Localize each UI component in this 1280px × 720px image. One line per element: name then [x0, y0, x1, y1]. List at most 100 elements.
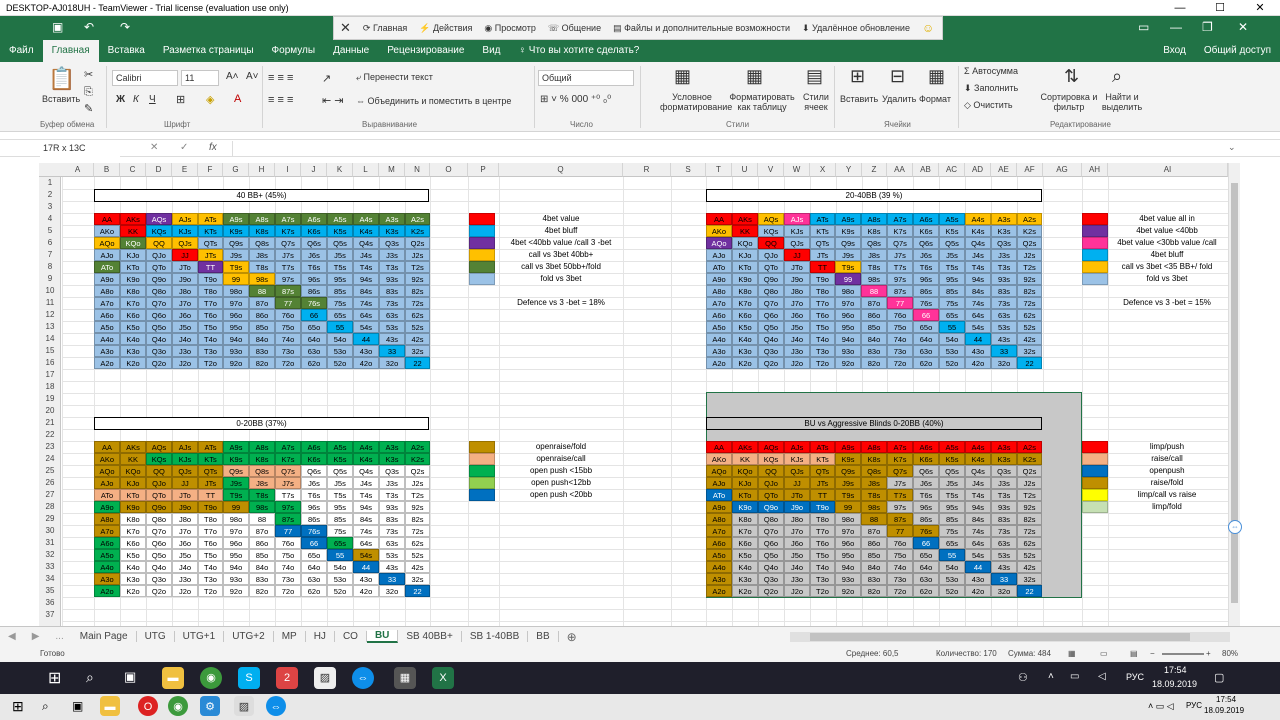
- hand-cell[interactable]: KTo: [732, 489, 758, 501]
- hand-cell[interactable]: T6o: [810, 537, 835, 549]
- hand-cell[interactable]: A3o: [706, 573, 732, 585]
- hand-cell[interactable]: T7o: [198, 297, 223, 309]
- hand-cell[interactable]: 64o: [301, 561, 327, 573]
- hand-cell[interactable]: 97o: [223, 297, 249, 309]
- hand-cell[interactable]: J9s: [835, 249, 861, 261]
- hand-cell[interactable]: T4s: [965, 261, 991, 273]
- row-header[interactable]: 6: [39, 237, 61, 249]
- hand-cell[interactable]: J4o: [784, 561, 810, 573]
- hand-cell[interactable]: 82s: [1017, 513, 1042, 525]
- hand-cell[interactable]: 43s: [379, 333, 405, 345]
- hand-cell[interactable]: 77: [887, 525, 913, 537]
- hand-cell[interactable]: T7s: [887, 489, 913, 501]
- sheet-tab-utg2[interactable]: UTG+2: [224, 631, 274, 642]
- hand-cell[interactable]: 86s: [301, 513, 327, 525]
- close-button[interactable]: ✕: [1240, 0, 1280, 16]
- hand-cell[interactable]: 22: [405, 357, 430, 369]
- sheet-tab-main[interactable]: Main Page: [72, 631, 137, 642]
- row-header[interactable]: 31: [39, 537, 61, 549]
- hand-cell[interactable]: 76o: [275, 309, 301, 321]
- tab-data[interactable]: Данные: [324, 40, 378, 62]
- row-header[interactable]: 5: [39, 225, 61, 237]
- fill-button[interactable]: ⬇ Заполнить: [964, 83, 1018, 94]
- local-search-icon[interactable]: ⌕: [42, 699, 49, 714]
- hand-cell[interactable]: A6s: [913, 441, 939, 453]
- hand-cell[interactable]: 92s: [405, 501, 430, 513]
- hand-cell[interactable]: A7s: [887, 441, 913, 453]
- hand-cell[interactable]: 92o: [223, 585, 249, 597]
- hand-cell[interactable]: K4s: [965, 225, 991, 237]
- notification-icon[interactable]: ▢: [1214, 671, 1224, 684]
- local-tray-icons[interactable]: ˄ ▭ ◁: [1148, 701, 1174, 712]
- hand-cell[interactable]: 72o: [887, 357, 913, 369]
- hand-cell[interactable]: 87o: [249, 297, 275, 309]
- hand-cell[interactable]: 85o: [249, 321, 275, 333]
- name-box[interactable]: 17R x 13C: [40, 141, 120, 157]
- hand-cell[interactable]: J9o: [172, 501, 198, 513]
- hand-cell[interactable]: 52o: [327, 357, 353, 369]
- hand-cell[interactable]: K2s: [1017, 453, 1042, 465]
- hand-cell[interactable]: T6s: [301, 261, 327, 273]
- hand-cell[interactable]: T5o: [810, 549, 835, 561]
- row-header[interactable]: 15: [39, 345, 61, 357]
- hand-cell[interactable]: T3s: [379, 261, 405, 273]
- delete-cells-button[interactable]: Удалить: [882, 94, 916, 104]
- hand-cell[interactable]: 84s: [965, 285, 991, 297]
- column-header[interactable]: AI: [1108, 163, 1228, 177]
- hand-cell[interactable]: 73o: [887, 345, 913, 357]
- hand-cell[interactable]: K2s: [405, 225, 430, 237]
- local-start-icon[interactable]: ⊞: [12, 698, 24, 715]
- hand-cell[interactable]: 32o: [991, 357, 1017, 369]
- hand-cell[interactable]: 54o: [327, 333, 353, 345]
- row-header[interactable]: 19: [39, 393, 61, 405]
- hand-cell[interactable]: K6s: [301, 225, 327, 237]
- hand-cell[interactable]: 95s: [327, 273, 353, 285]
- hand-cell[interactable]: Q8o: [146, 285, 172, 297]
- hand-cell[interactable]: K3o: [120, 573, 146, 585]
- hand-cell[interactable]: JJ: [172, 477, 198, 489]
- hand-cell[interactable]: 86s: [913, 285, 939, 297]
- hand-cell[interactable]: A6o: [94, 537, 120, 549]
- hand-cell[interactable]: 75s: [327, 297, 353, 309]
- row-header[interactable]: 27: [39, 489, 61, 501]
- hand-cell[interactable]: A8o: [94, 513, 120, 525]
- increase-font-icon[interactable]: A˄: [226, 71, 239, 82]
- hand-cell[interactable]: 75o: [275, 549, 301, 561]
- hand-cell[interactable]: 43s: [379, 561, 405, 573]
- hand-cell[interactable]: K4s: [353, 453, 379, 465]
- column-header[interactable]: AE: [991, 163, 1017, 177]
- hand-cell[interactable]: Q9s: [835, 465, 861, 477]
- vertical-scroll-thumb[interactable]: [1231, 183, 1238, 603]
- hand-cell[interactable]: 63o: [913, 345, 939, 357]
- hand-cell[interactable]: 77: [275, 525, 301, 537]
- orientation-icon[interactable]: ↗: [322, 72, 331, 85]
- hand-cell[interactable]: 87o: [861, 525, 887, 537]
- hand-cell[interactable]: 53s: [991, 321, 1017, 333]
- column-header[interactable]: R: [623, 163, 671, 177]
- hand-cell[interactable]: T3o: [810, 573, 835, 585]
- hand-cell[interactable]: 54o: [327, 561, 353, 573]
- hand-cell[interactable]: QJo: [758, 249, 784, 261]
- hand-cell[interactable]: K6o: [120, 537, 146, 549]
- hand-cell[interactable]: 63s: [379, 537, 405, 549]
- hand-cell[interactable]: J6s: [301, 477, 327, 489]
- hand-cell[interactable]: A7o: [706, 525, 732, 537]
- hand-cell[interactable]: 98s: [861, 501, 887, 513]
- column-header[interactable]: AA: [887, 163, 913, 177]
- hand-cell[interactable]: J3s: [991, 249, 1017, 261]
- hand-cell[interactable]: QQ: [758, 465, 784, 477]
- hand-cell[interactable]: J4s: [353, 477, 379, 489]
- hand-cell[interactable]: 97o: [835, 525, 861, 537]
- hand-cell[interactable]: A3o: [706, 345, 732, 357]
- hand-cell[interactable]: K9s: [835, 453, 861, 465]
- hand-cell[interactable]: T7o: [810, 297, 835, 309]
- hand-cell[interactable]: 94s: [353, 501, 379, 513]
- hand-cell[interactable]: K8o: [732, 285, 758, 297]
- hand-cell[interactable]: AJs: [172, 213, 198, 225]
- insert-cells-icon[interactable]: ⊞: [850, 66, 865, 87]
- zoom-out-icon[interactable]: −: [1150, 646, 1155, 662]
- hand-cell[interactable]: 95s: [327, 501, 353, 513]
- hand-cell[interactable]: A7s: [275, 441, 301, 453]
- hand-cell[interactable]: A6s: [913, 213, 939, 225]
- hand-cell[interactable]: J6o: [784, 537, 810, 549]
